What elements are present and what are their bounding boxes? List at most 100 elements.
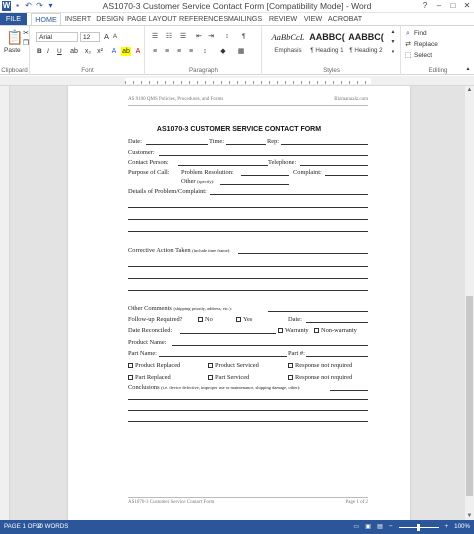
date-reconciled-line xyxy=(180,333,276,334)
borders-icon[interactable]: ▦ xyxy=(236,47,246,56)
superscript-icon[interactable]: x² xyxy=(95,47,105,56)
align-left-icon[interactable]: ≡ xyxy=(150,47,160,56)
minimize-button[interactable]: – xyxy=(432,0,446,12)
tab-design[interactable]: DESIGN xyxy=(95,13,125,25)
strikethrough-icon[interactable]: ab xyxy=(69,47,79,56)
warranty-checkbox[interactable] xyxy=(278,328,283,334)
conclusions-label: Conclusions (i.e. device defective, impr… xyxy=(128,384,300,392)
tab-view[interactable]: VIEW xyxy=(301,13,325,25)
show-marks-button[interactable]: ¶ xyxy=(242,32,246,41)
select-icon[interactable]: ⬚ xyxy=(404,51,412,60)
bold-button[interactable]: B xyxy=(37,47,42,56)
cut-icon[interactable]: ✂ xyxy=(22,29,30,38)
increase-indent-icon[interactable]: ⇥ xyxy=(206,32,216,41)
warranty-label: Warranty xyxy=(285,327,309,334)
tab-page-layout[interactable]: PAGE LAYOUT xyxy=(127,13,177,25)
document-page[interactable]: AS 9100 QMS Policies, Procedures, and Fo… xyxy=(68,86,410,520)
paste-icon[interactable]: 📋 xyxy=(6,29,23,45)
scroll-up-icon[interactable]: ▲ xyxy=(465,86,474,94)
product-replaced-option[interactable]: Product Replaced xyxy=(128,362,180,370)
ruler-tick xyxy=(173,81,174,84)
numbering-icon[interactable]: ☷ xyxy=(164,32,174,41)
ruler-tick xyxy=(365,81,366,84)
web-layout-icon[interactable]: ▤ xyxy=(377,520,383,534)
tab-home[interactable]: HOME xyxy=(31,13,61,25)
select-button[interactable]: Select xyxy=(414,51,432,60)
help-button[interactable]: ? xyxy=(418,0,432,12)
zoom-slider-handle[interactable] xyxy=(416,524,420,531)
tab-references[interactable]: REFERENCES xyxy=(179,13,228,25)
copy-icon[interactable]: ❐ xyxy=(22,39,30,48)
shading-icon[interactable]: ◆ xyxy=(218,47,228,56)
ruler-tick xyxy=(189,81,190,84)
tab-file[interactable]: FILE xyxy=(0,13,27,25)
style-heading-1[interactable]: AABBC( ¶ Heading 1 xyxy=(308,28,346,58)
zoom-level[interactable]: 100% xyxy=(454,520,470,534)
align-right-icon[interactable]: ≡ xyxy=(174,47,184,56)
style-emphasis[interactable]: AaBbCcL Emphasis xyxy=(269,28,307,58)
collapse-ribbon-icon[interactable]: ▲ xyxy=(464,65,472,74)
non-warranty-checkbox[interactable] xyxy=(314,328,319,334)
vertical-scrollbar[interactable]: ▲ ▼ xyxy=(465,86,474,520)
styles-more-icon[interactable]: ▾ xyxy=(388,48,398,57)
close-button[interactable]: ✕ xyxy=(460,0,474,12)
no-checkbox[interactable] xyxy=(198,317,203,323)
replace-button[interactable]: Replace xyxy=(414,40,438,49)
read-mode-icon[interactable]: ▭ xyxy=(353,520,359,534)
part-replaced-option[interactable]: Part Replaced xyxy=(128,374,171,382)
print-layout-icon[interactable]: ▣ xyxy=(365,520,371,534)
styles-scroll-down-icon[interactable]: ▼ xyxy=(388,38,398,47)
find-button[interactable]: Find xyxy=(414,29,427,38)
no-option[interactable]: No xyxy=(198,316,213,324)
response-not-required-checkbox-2[interactable] xyxy=(288,375,293,381)
warranty-option[interactable]: Warranty xyxy=(278,327,309,335)
tab-mailings[interactable]: MAILINGS xyxy=(225,13,265,25)
restore-button[interactable]: □ xyxy=(446,0,460,12)
yes-checkbox[interactable] xyxy=(236,317,241,323)
ruler-tick xyxy=(141,81,142,84)
part-serviced-option[interactable]: Part Serviced xyxy=(208,374,249,382)
bullets-icon[interactable]: ☰ xyxy=(150,32,160,41)
align-center-icon[interactable]: ≡ xyxy=(162,47,172,56)
scroll-down-icon[interactable]: ▼ xyxy=(465,512,474,520)
italic-button[interactable]: I xyxy=(47,47,49,56)
zoom-out-button[interactable]: − xyxy=(389,520,393,534)
product-serviced-checkbox[interactable] xyxy=(208,363,213,369)
product-replaced-checkbox[interactable] xyxy=(128,363,133,369)
multilevel-list-icon[interactable]: ☰ xyxy=(178,32,188,41)
yes-option[interactable]: Yes xyxy=(236,316,252,324)
styles-scroll-up-icon[interactable]: ▲ xyxy=(388,28,398,37)
highlight-icon[interactable]: ab xyxy=(121,47,131,56)
tab-review[interactable]: REVIEW xyxy=(267,13,299,25)
response-not-required-option-2[interactable]: Response not required xyxy=(288,374,352,382)
non-warranty-option[interactable]: Non-warranty xyxy=(314,327,357,335)
replace-icon[interactable]: ⇄ xyxy=(404,40,412,49)
underline-button[interactable]: U xyxy=(57,47,62,56)
line-spacing-icon[interactable]: ↕ xyxy=(200,47,210,56)
word-count[interactable]: 90 WORDS xyxy=(36,520,68,534)
scrollbar-thumb[interactable] xyxy=(466,296,473,496)
font-size-box[interactable]: 12 xyxy=(80,32,100,42)
subscript-icon[interactable]: x₂ xyxy=(83,47,93,56)
part-serviced-checkbox[interactable] xyxy=(208,375,213,381)
shrink-font-button[interactable]: A xyxy=(113,33,117,42)
text-effects-icon[interactable]: A xyxy=(109,47,119,56)
tab-insert[interactable]: INSERT xyxy=(63,13,93,25)
sort-icon[interactable]: ↕ xyxy=(222,32,232,41)
font-name-box[interactable]: Arial xyxy=(36,32,78,42)
response-not-required-checkbox-1[interactable] xyxy=(288,363,293,369)
find-icon[interactable]: ⌕ xyxy=(404,29,412,38)
clipboard-group: 📋 Paste ✂ ❐ Clipboard xyxy=(0,26,30,75)
tab-acrobat[interactable]: ACROBAT xyxy=(327,13,363,25)
paste-button[interactable]: Paste xyxy=(4,46,21,55)
zoom-in-button[interactable]: + xyxy=(445,520,449,534)
font-color-icon[interactable]: A xyxy=(133,47,143,56)
part-replaced-checkbox[interactable] xyxy=(128,375,133,381)
style-heading-2[interactable]: AABBC( ¶ Heading 2 xyxy=(347,28,385,58)
response-not-required-option-1[interactable]: Response not required xyxy=(288,362,352,370)
zoom-slider[interactable] xyxy=(398,524,439,531)
product-serviced-option[interactable]: Product Serviced xyxy=(208,362,259,370)
grow-font-button[interactable]: A xyxy=(104,32,109,41)
justify-icon[interactable]: ≡ xyxy=(186,47,196,56)
decrease-indent-icon[interactable]: ⇤ xyxy=(194,32,204,41)
